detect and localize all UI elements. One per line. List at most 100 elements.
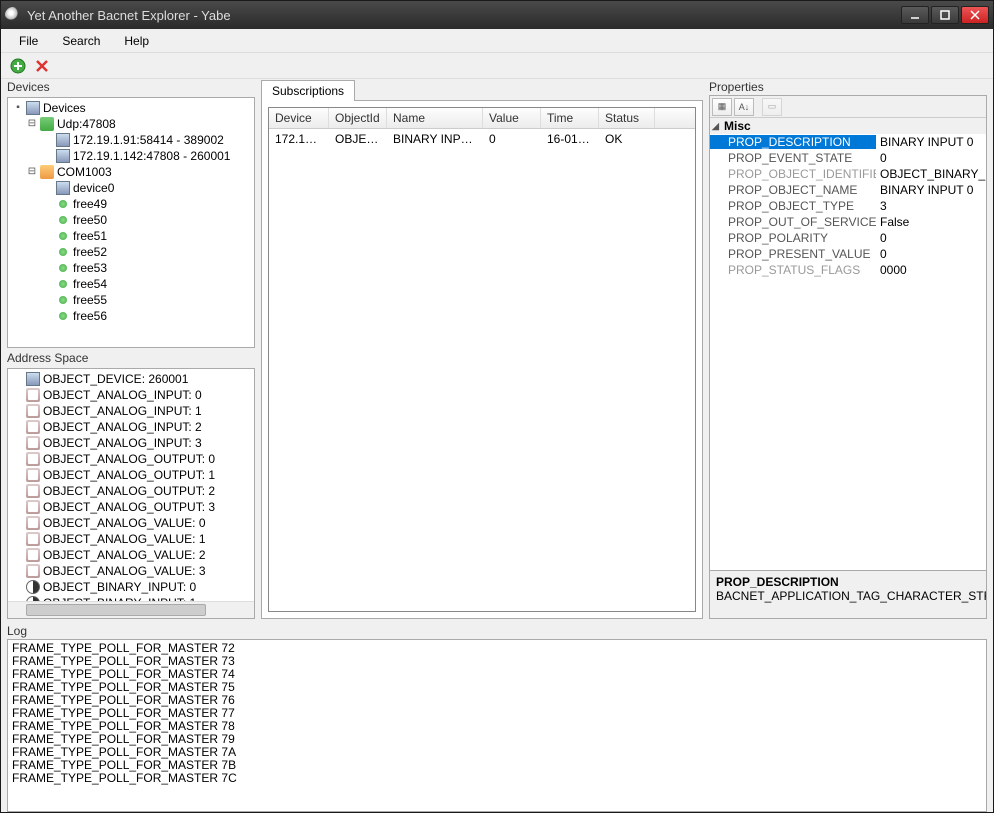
tree-device[interactable]: 172.19.1.142:47808 - 260001 — [8, 148, 254, 164]
free-icon — [59, 216, 67, 224]
address-item[interactable]: OBJECT_ANALOG_VALUE: 0 — [8, 515, 254, 531]
col-status[interactable]: Status — [599, 108, 655, 128]
free-icon — [59, 296, 67, 304]
device-icon — [56, 181, 70, 195]
devices-panel: ▪Devices⊟Udp:47808172.19.1.91:58414 - 38… — [7, 97, 255, 348]
free-icon — [59, 312, 67, 320]
object-icon — [26, 532, 40, 546]
subscription-row[interactable]: 172.19.1...OBJEC... BINARY INPU...0 16-0… — [269, 129, 695, 149]
free-icon — [59, 200, 67, 208]
tree-udp[interactable]: ⊟Udp:47808 — [8, 116, 254, 132]
log-panel[interactable]: FRAME_TYPE_POLL_FOR_MASTER 72FRAME_TYPE_… — [7, 639, 987, 812]
property-row[interactable]: PROP_OBJECT_TYPE3 — [710, 198, 986, 214]
tree-com[interactable]: ⊟COM1003 — [8, 164, 254, 180]
maximize-button[interactable] — [931, 6, 959, 24]
menu-search[interactable]: Search — [52, 31, 110, 51]
property-row[interactable]: PROP_PRESENT_VALUE0 — [710, 246, 986, 262]
address-space-panel: OBJECT_DEVICE: 260001OBJECT_ANALOG_INPUT… — [7, 368, 255, 619]
property-row[interactable]: PROP_STATUS_FLAGS0000 — [710, 262, 986, 278]
app-window: Yet Another Bacnet Explorer - Yabe File … — [0, 0, 994, 813]
property-row[interactable]: PROP_POLARITY0 — [710, 230, 986, 246]
add-button[interactable] — [9, 57, 27, 75]
free-icon — [59, 264, 67, 272]
address-space-label: Address Space — [7, 350, 255, 366]
property-row[interactable]: PROP_EVENT_STATE0 — [710, 150, 986, 166]
object-icon — [26, 452, 40, 466]
free-icon — [59, 280, 67, 288]
property-description: PROP_DESCRIPTION BACNET_APPLICATION_TAG_… — [710, 570, 986, 618]
property-row[interactable]: PROP_DESCRIPTIONBINARY INPUT 0 — [710, 134, 986, 150]
tab-subscriptions[interactable]: Subscriptions — [261, 80, 355, 101]
col-device[interactable]: Device — [269, 108, 329, 128]
network-icon — [40, 117, 54, 131]
address-item[interactable]: OBJECT_BINARY_INPUT: 0 — [8, 579, 254, 595]
tree-device[interactable]: 172.19.1.91:58414 - 389002 — [8, 132, 254, 148]
prop-categorized-button[interactable]: ▦ — [712, 98, 732, 116]
address-item[interactable]: OBJECT_ANALOG_INPUT: 2 — [8, 419, 254, 435]
titlebar[interactable]: Yet Another Bacnet Explorer - Yabe — [1, 1, 993, 29]
toolbar — [1, 53, 993, 79]
menu-file[interactable]: File — [9, 31, 48, 51]
app-icon — [5, 7, 21, 23]
object-icon — [26, 500, 40, 514]
object-icon — [26, 468, 40, 482]
object-icon — [26, 372, 40, 386]
address-item[interactable]: OBJECT_ANALOG_VALUE: 3 — [8, 563, 254, 579]
object-icon — [26, 564, 40, 578]
prop-pages-button: ▭ — [762, 98, 782, 116]
prop-desc-body: BACNET_APPLICATION_TAG_CHARACTER_STRING — [716, 589, 980, 603]
address-item[interactable]: OBJECT_ANALOG_OUTPUT: 1 — [8, 467, 254, 483]
address-item[interactable]: OBJECT_ANALOG_INPUT: 3 — [8, 435, 254, 451]
object-icon — [26, 436, 40, 450]
property-row[interactable]: PROP_OUT_OF_SERVICEFalse — [710, 214, 986, 230]
property-row[interactable]: PROP_OBJECT_NAMEBINARY INPUT 0 — [710, 182, 986, 198]
tree-free[interactable]: free49 — [8, 196, 254, 212]
tree-root[interactable]: ▪Devices — [8, 100, 254, 116]
tree-device[interactable]: device0 — [8, 180, 254, 196]
address-item[interactable]: OBJECT_ANALOG_INPUT: 0 — [8, 387, 254, 403]
address-item[interactable]: OBJECT_ANALOG_OUTPUT: 3 — [8, 499, 254, 515]
subscriptions-panel: Device ObjectId Name Value Time Status 1… — [261, 100, 703, 619]
property-row[interactable]: PROP_OBJECT_IDENTIFIEROBJECT_BINARY_I — [710, 166, 986, 182]
col-name[interactable]: Name — [387, 108, 483, 128]
menu-help[interactable]: Help — [114, 31, 159, 51]
tree-free[interactable]: free51 — [8, 228, 254, 244]
col-objectid[interactable]: ObjectId — [329, 108, 387, 128]
object-icon — [26, 404, 40, 418]
tree-free[interactable]: free54 — [8, 276, 254, 292]
object-icon — [26, 388, 40, 402]
address-item[interactable]: OBJECT_ANALOG_OUTPUT: 0 — [8, 451, 254, 467]
address-item[interactable]: OBJECT_ANALOG_VALUE: 1 — [8, 531, 254, 547]
window-title: Yet Another Bacnet Explorer - Yabe — [27, 8, 901, 23]
object-icon — [26, 420, 40, 434]
address-item[interactable]: OBJECT_ANALOG_INPUT: 1 — [8, 403, 254, 419]
object-icon — [26, 548, 40, 562]
col-time[interactable]: Time — [541, 108, 599, 128]
tree-free[interactable]: free52 — [8, 244, 254, 260]
address-item[interactable]: OBJECT_ANALOG_OUTPUT: 2 — [8, 483, 254, 499]
prop-sort-button[interactable]: A↓ — [734, 98, 754, 116]
object-icon — [26, 484, 40, 498]
col-value[interactable]: Value — [483, 108, 541, 128]
device-icon — [56, 133, 70, 147]
prop-category[interactable]: ◢Misc — [710, 118, 986, 134]
com-icon — [40, 165, 54, 179]
tree-free[interactable]: free56 — [8, 308, 254, 324]
tree-free[interactable]: free55 — [8, 292, 254, 308]
free-icon — [59, 232, 67, 240]
address-item[interactable]: OBJECT_DEVICE: 260001 — [8, 371, 254, 387]
minimize-button[interactable] — [901, 6, 929, 24]
log-line: FRAME_TYPE_POLL_FOR_MASTER 7C — [12, 772, 982, 785]
close-button[interactable] — [961, 6, 989, 24]
prop-desc-title: PROP_DESCRIPTION — [716, 575, 980, 589]
address-item[interactable]: OBJECT_ANALOG_VALUE: 2 — [8, 547, 254, 563]
device-icon — [56, 149, 70, 163]
delete-button[interactable] — [33, 57, 51, 75]
devices-label: Devices — [7, 79, 255, 95]
tree-free[interactable]: free53 — [8, 260, 254, 276]
address-hscroll[interactable] — [8, 601, 254, 618]
tree-free[interactable]: free50 — [8, 212, 254, 228]
subscriptions-header: Device ObjectId Name Value Time Status — [269, 108, 695, 129]
properties-label: Properties — [709, 79, 987, 95]
free-icon — [59, 248, 67, 256]
